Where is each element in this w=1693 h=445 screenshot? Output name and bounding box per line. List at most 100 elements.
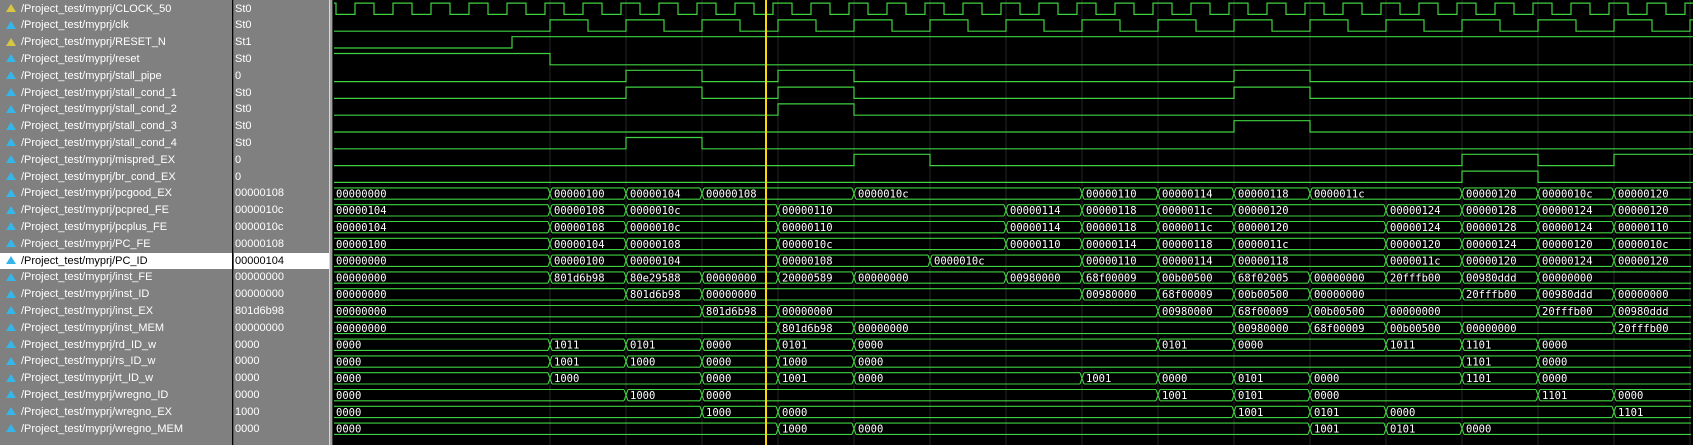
bus-value-label: 00000110 [782,222,833,234]
bus-value-label: 00000118 [1086,222,1137,234]
signal-row[interactable]: /Project_test/myprj/RESET_N [0,34,232,51]
signal-row[interactable]: /Project_test/myprj/inst_ID [0,286,232,303]
signal-value[interactable]: 1000 [234,404,330,421]
bus-value-label: 00000000 [336,306,387,318]
signal-icon [6,289,16,298]
pane-splitter[interactable] [329,0,333,445]
bus-value-label: 0000 [336,407,361,419]
bus-value-label: 0000 [1542,373,1567,385]
signal-value[interactable]: 0 [234,152,330,169]
signal-row[interactable]: /Project_test/myprj/rt_ID_w [0,370,232,387]
signal-value[interactable]: 0 [234,68,330,85]
bus-segment [704,288,1080,301]
bus-value-label: 1000 [554,373,579,385]
bus-value-label: 00000000 [706,272,757,284]
bus-value-label: 1001 [1314,424,1339,436]
bus-value-label: 00000108 [706,188,757,200]
signal-row[interactable]: /Project_test/myprj/rd_ID_w [0,337,232,354]
bus-value-label: 00000114 [1010,205,1061,217]
bus-value-label: 00000110 [1010,239,1061,251]
signal-value[interactable]: St0 [234,51,330,68]
bus-value-label: 00000124 [1542,222,1593,234]
signal-row[interactable]: /Project_test/myprj/CLOCK_50 [0,1,232,18]
clock-signal-icon [6,4,16,12]
signal-value[interactable]: 0000 [234,337,330,354]
signal-value[interactable]: St0 [234,135,330,152]
signal-name-pane[interactable]: /Project_test/myprj/CLOCK_50/Project_tes… [0,0,232,445]
signal-row[interactable]: /Project_test/myprj/pcplus_FE [0,219,232,236]
signal-value[interactable]: 00000000 [234,286,330,303]
signal-value[interactable]: 00000108 [234,185,330,202]
signal-row[interactable]: /Project_test/myprj/stall_cond_4 [0,135,232,152]
signal-value[interactable]: St1 [234,34,330,51]
bus-value-label: 0000 [336,356,361,368]
signal-value[interactable]: 0000010c [234,219,330,236]
signal-value[interactable]: 0 [234,169,330,186]
signal-row[interactable]: /Project_test/myprj/wregno_EX [0,404,232,421]
bus-waveform: 00000100 00000104 00000108 0000010c 00000110… [334,237,1691,251]
signal-row[interactable]: /Project_test/myprj/PC_FE [0,236,232,253]
bit-waveform [334,69,1693,83]
signal-row[interactable]: /Project_test/myprj/stall_pipe [0,68,232,85]
signal-row[interactable]: /Project_test/myprj/br_cond_EX [0,169,232,186]
signal-value[interactable]: 0000 [234,370,330,387]
signal-row[interactable]: /Project_test/myprj/wregno_ID [0,387,232,404]
signal-row[interactable]: /Project_test/myprj/pcgood_EX [0,185,232,202]
signal-name: /Project_test/myprj/rt_ID_w [21,372,154,385]
signal-value[interactable]: 0000 [234,353,330,370]
bus-value-label: 00000128 [1466,205,1517,217]
signal-row[interactable]: /Project_test/myprj/reset [0,51,232,68]
signal-value[interactable]: St0 [234,1,330,18]
bus-segment [334,304,700,318]
signal-row[interactable]: /Project_test/myprj/pcpred_FE [0,202,232,219]
signal-row[interactable]: /Project_test/myprj/stall_cond_1 [0,85,232,102]
signal-row[interactable]: /Project_test/myprj/rs_ID_w [0,353,232,370]
bus-value-label: 00000110 [1618,222,1669,234]
signal-name: /Project_test/myprj/rs_ID_w [21,355,156,368]
bus-value-label: 00000120 [1238,222,1289,234]
signal-row[interactable]: /Project_test/myprj/inst_MEM [0,320,232,337]
signal-value[interactable]: St0 [234,101,330,118]
signal-row[interactable]: /Project_test/myprj/PC_ID [0,252,232,270]
signal-value[interactable]: St0 [234,17,330,34]
bit-waveform [334,136,1693,150]
signal-row[interactable]: /Project_test/myprj/stall_cond_3 [0,118,232,135]
signal-value[interactable]: 00000000 [234,320,330,337]
bus-value-label: 0000 [336,390,361,402]
waveform-pane[interactable]: 00000000 00000100 00000104 00000108 0000010c… [334,0,1693,445]
bus-segment [856,372,1080,385]
signal-value[interactable]: St0 [234,85,330,102]
bus-value-label: 00000000 [336,188,387,200]
bus-value-label: 0000 [706,356,731,368]
signal-value[interactable]: 00000104 [234,252,330,270]
signal-value[interactable]: 0000 [234,421,330,438]
signal-value-pane[interactable]: St0 St0 St1 St0 0 St0 St0 St0 St0 0 0 00000108 00000… [233,0,330,445]
bus-value-label: 00000108 [554,222,605,234]
bus-waveform: 0000 1000 0000 1001 0101 0000 1101 [334,405,1691,419]
signal-row[interactable]: /Project_test/myprj/mispred_EX [0,152,232,169]
waveform-canvas[interactable]: 00000000 00000100 00000104 00000108 0000010c… [334,0,1693,445]
bit-waveform [334,52,1693,66]
signal-value[interactable]: 0000010c [234,202,330,219]
bus-value-label: 0000 [1618,390,1643,402]
signal-row[interactable]: /Project_test/myprj/inst_FE [0,269,232,286]
bus-value-label: 00000114 [1162,256,1213,268]
bus-value-label: 68f00009 [1086,272,1137,284]
signal-name: /Project_test/myprj/pcplus_FE [21,221,168,233]
signal-icon [6,306,16,315]
signal-value[interactable]: 00000108 [234,236,330,253]
signal-value[interactable]: 0000 [234,387,330,404]
bus-value-label: 00000000 [1314,289,1365,301]
signal-name: /Project_test/myprj/clk [21,19,129,32]
signal-row[interactable]: /Project_test/myprj/stall_cond_2 [0,101,232,118]
signal-value[interactable]: 801d6b98 [234,303,330,320]
signal-value[interactable]: 00000000 [234,269,330,286]
signal-row[interactable]: /Project_test/myprj/clk [0,17,232,34]
signal-row[interactable]: /Project_test/myprj/wregno_MEM [0,421,232,438]
signal-value[interactable]: St0 [234,118,330,135]
bus-value-label: 00000000 [336,289,387,301]
signal-row[interactable]: /Project_test/myprj/inst_EX [0,303,232,320]
bus-value-label: 1001 [554,356,579,368]
bus-value-label: 20000589 [782,272,833,284]
signal-name: /Project_test/myprj/stall_cond_4 [21,137,177,149]
